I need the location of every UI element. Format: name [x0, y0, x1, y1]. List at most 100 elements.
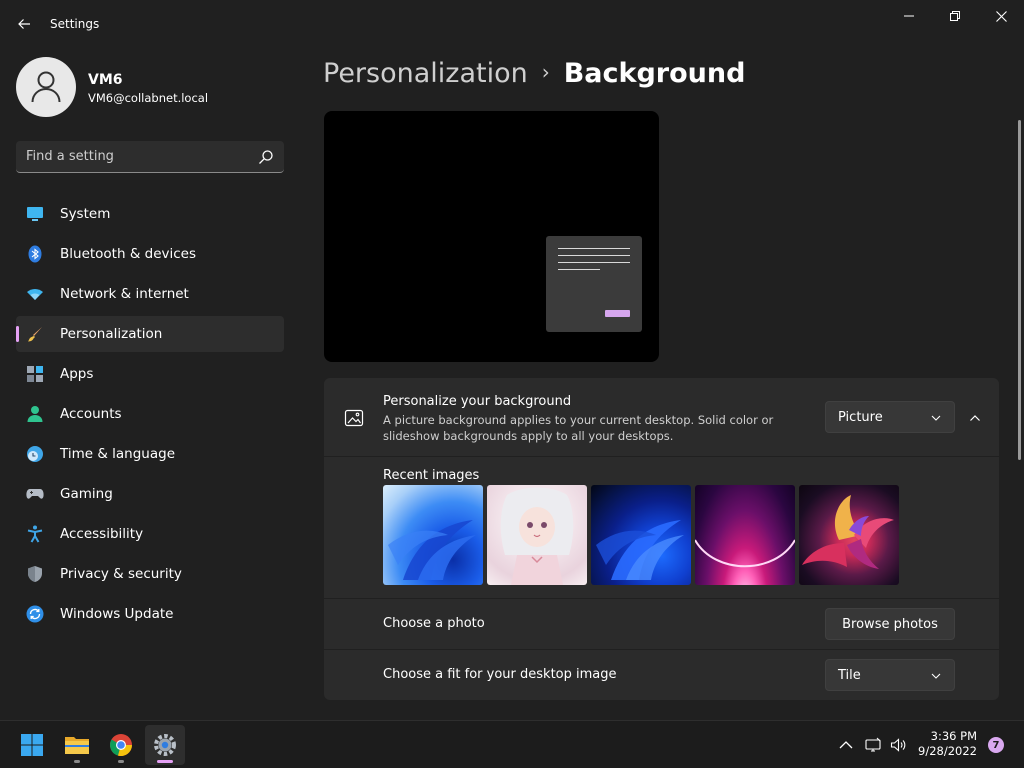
start-icon: [21, 734, 43, 756]
user-icon: [31, 71, 61, 103]
breadcrumb-separator: ›: [541, 60, 550, 84]
clock[interactable]: 3:36 PM 9/28/2022: [918, 729, 977, 759]
search-icon[interactable]: [258, 149, 274, 165]
sidebar-item-label: Gaming: [60, 486, 113, 502]
back-button[interactable]: [10, 10, 38, 38]
search-box[interactable]: [16, 141, 284, 173]
breadcrumb-parent[interactable]: Personalization: [323, 58, 528, 89]
sidebar-item-label: Accounts: [60, 406, 122, 422]
sidebar-item-label: Time & language: [60, 446, 176, 462]
flower-art: [802, 495, 894, 569]
anime-art: [500, 487, 574, 585]
choose-photo-card: Choose a photo Browse photos: [324, 599, 999, 649]
preview-line: [558, 255, 630, 256]
recent-image-anime-character[interactable]: [487, 485, 587, 585]
sidebar-item-gaming[interactable]: Gaming: [16, 476, 284, 512]
close-button[interactable]: [978, 0, 1024, 32]
search-input[interactable]: [26, 141, 246, 172]
update-icon: [26, 605, 44, 623]
file-explorer-button[interactable]: [57, 725, 97, 765]
taskbar: 3:36 PM 9/28/2022 7: [0, 720, 1024, 768]
preview-line: [558, 262, 630, 263]
recent-image-glow-arc[interactable]: [695, 485, 795, 585]
sidebar-item-label: Accessibility: [60, 526, 144, 542]
sidebar-item-bluetooth[interactable]: Bluetooth & devices: [16, 236, 284, 272]
wifi-icon: [27, 289, 43, 300]
fit-dropdown[interactable]: Tile: [825, 659, 955, 691]
page-title: Background: [563, 58, 746, 89]
restore-button[interactable]: [932, 0, 978, 32]
sidebar-item-windows-update[interactable]: Windows Update: [16, 596, 284, 632]
sidebar-item-accessibility[interactable]: Accessibility: [16, 516, 284, 552]
recent-images-list: [383, 485, 899, 585]
app-title: Settings: [50, 17, 100, 31]
sidebar-item-label: Personalization: [60, 326, 163, 342]
recent-image-bloom-light[interactable]: [383, 485, 483, 585]
accessibility-icon: [27, 525, 43, 543]
paintbrush-icon: [28, 327, 42, 342]
sidebar-item-time-language[interactable]: Time & language: [16, 436, 284, 472]
apps-icon: [27, 366, 43, 382]
sidebar-item-label: Bluetooth & devices: [60, 246, 197, 262]
recent-images-label: Recent images: [383, 468, 480, 483]
user-name: VM6: [88, 72, 123, 88]
globe-clock-icon: [27, 446, 43, 462]
chevron-down-icon: [931, 415, 941, 421]
personalize-background-card: Personalize your background A picture ba…: [324, 378, 999, 456]
file-explorer-icon: [65, 737, 89, 754]
close-icon: [995, 10, 1007, 22]
avatar[interactable]: [16, 57, 76, 117]
preview-line: [558, 269, 600, 270]
preview-window: [546, 236, 642, 332]
scrollbar-thumb[interactable]: [1018, 120, 1021, 460]
dropdown-value: Tile: [838, 667, 861, 683]
preview-button: [605, 310, 630, 317]
sidebar-item-label: Network & internet: [60, 286, 189, 302]
sidebar-item-personalization[interactable]: Personalization: [16, 316, 284, 352]
monitor-icon: [27, 207, 43, 221]
bloom-art: [388, 520, 476, 580]
minimize-icon: [904, 15, 914, 17]
sidebar-item-label: Privacy & security: [60, 566, 182, 582]
user-email: VM6@collabnet.local: [88, 91, 209, 105]
minimize-button[interactable]: [886, 0, 932, 32]
bloom-art: [596, 520, 684, 580]
chevron-up-icon: [970, 415, 980, 421]
recent-image-flower-ribbon[interactable]: [799, 485, 899, 585]
back-arrow-icon: [18, 19, 30, 29]
sidebar-item-label: Windows Update: [60, 606, 174, 622]
glow-arc-art: [695, 539, 795, 568]
network-icon[interactable]: [865, 737, 881, 753]
volume-icon[interactable]: [890, 737, 906, 753]
sidebar-item-privacy-security[interactable]: Privacy & security: [16, 556, 284, 592]
recent-image-bloom-dark[interactable]: [591, 485, 691, 585]
recent-images-card: Recent images: [324, 457, 999, 598]
collapse-button[interactable]: [965, 408, 985, 428]
choose-photo-label: Choose a photo: [383, 616, 485, 631]
start-button[interactable]: [12, 725, 52, 765]
bluetooth-icon: [28, 245, 42, 263]
running-indicator: [74, 760, 80, 763]
settings-icon: [154, 734, 176, 756]
sidebar-item-apps[interactable]: Apps: [16, 356, 284, 392]
image-icon: [344, 409, 364, 427]
sidebar-item-network[interactable]: Network & internet: [16, 276, 284, 312]
chevron-up-icon[interactable]: [838, 737, 854, 753]
choose-fit-card: Choose a fit for your desktop image Tile: [324, 650, 999, 700]
clock-time: 3:36 PM: [930, 729, 977, 743]
running-indicator: [118, 760, 124, 763]
notification-badge[interactable]: 7: [988, 737, 1004, 753]
sidebar-item-accounts[interactable]: Accounts: [16, 396, 284, 432]
desktop-preview: [324, 111, 659, 362]
sidebar-nav: System Bluetooth & devices Network & int…: [16, 196, 284, 636]
breadcrumb: Personalization › Background: [323, 58, 745, 89]
chrome-button[interactable]: [101, 725, 141, 765]
title-bar: Settings: [0, 0, 1024, 48]
sidebar-item-label: Apps: [60, 366, 94, 382]
settings-taskbar-button[interactable]: [145, 725, 185, 765]
browse-photos-button[interactable]: Browse photos: [825, 608, 955, 640]
chevron-down-icon: [931, 673, 941, 679]
sidebar-item-system[interactable]: System: [16, 196, 284, 232]
background-type-dropdown[interactable]: Picture: [825, 401, 955, 433]
personalize-description: A picture background applies to your cur…: [383, 413, 774, 443]
